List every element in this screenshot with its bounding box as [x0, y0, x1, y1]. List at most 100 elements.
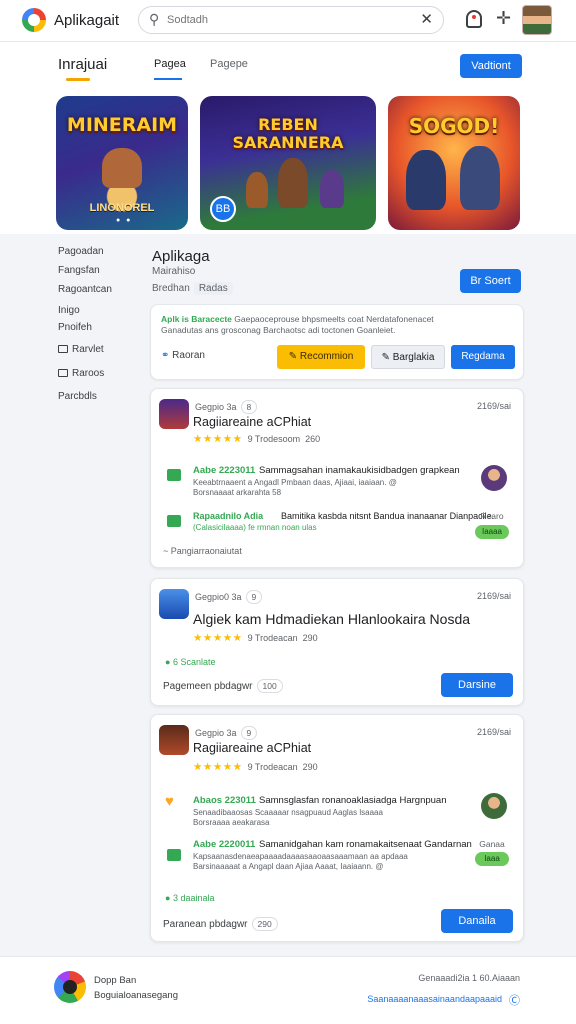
sidebar-item[interactable]: Pnoifeh: [58, 322, 92, 333]
status-pill[interactable]: Iaaa: [475, 852, 509, 866]
notice-line-2: Ganadutas ans grosconag Barchaotsc adi t…: [161, 325, 396, 335]
footer-label: Paranean pbdagwr: [163, 919, 248, 930]
green-label: ● 6 Scanlate: [165, 657, 216, 667]
recommend-button[interactable]: ✎ Recommion: [277, 345, 365, 369]
app-action-button[interactable]: Br Soert: [460, 269, 521, 293]
sidebar-item[interactable]: Inigo: [58, 305, 80, 316]
sidebar-item-raroos[interactable]: Raroos: [58, 368, 104, 379]
tab-pagepe[interactable]: Pagepe: [210, 58, 248, 70]
card-meta: Gegpio 3a 8: [195, 400, 258, 414]
status-pill[interactable]: Iaaaa: [475, 525, 509, 539]
edit-icon: ✎: [381, 352, 390, 363]
review-text: Samnsglasfan ronanoaklasiadga Hargnpuan: [259, 795, 447, 806]
secondary-label: Barglakia: [392, 352, 435, 363]
logo-icon[interactable]: [22, 8, 46, 32]
star-rating: ★★★★★ 9 Trodeacan 290: [193, 761, 318, 773]
card-action-button[interactable]: Darsine: [441, 673, 513, 697]
app-developer[interactable]: Mairahiso: [152, 266, 195, 277]
status-text: Ganaa: [479, 839, 505, 849]
search-bar[interactable]: ⚲ ✕: [138, 6, 444, 34]
close-icon[interactable]: ✕: [420, 10, 433, 28]
green-label: ● 3 daainala: [165, 893, 215, 903]
rating-text: 9 Trodesoom: [247, 434, 301, 444]
game-card-3[interactable]: SOGOD!: [388, 96, 520, 230]
game-card-2[interactable]: REBEN SARANNERA BB: [200, 96, 376, 230]
card-date: 2169/sai: [476, 727, 511, 737]
search-input[interactable]: [167, 12, 407, 28]
header-action-button[interactable]: Vadtiont: [460, 54, 522, 78]
card-count: 8: [240, 400, 258, 414]
app-icon[interactable]: [159, 399, 189, 429]
footer-count: 290: [251, 917, 278, 931]
star-rating: ★★★★★ 9 Trodeacan 290: [193, 632, 318, 644]
rating-text: 9 Trodeacan: [247, 633, 298, 643]
footer-label: Pagemeen pbdagwr: [163, 681, 253, 692]
plus-icon[interactable]: ✛: [496, 8, 511, 29]
card-meta-text: Gegpio 3a: [195, 402, 237, 412]
card-count: 9: [240, 726, 258, 740]
review-card-1: Gegpio 3a 8 2169/sai Ragiiareaine aCPhiat…: [150, 388, 524, 568]
sidebar-item[interactable]: Fangsfan: [58, 265, 100, 276]
game-art-3: [406, 150, 446, 210]
footer-logo-icon[interactable]: [54, 971, 86, 1003]
carousel-dots[interactable]: ● ●: [116, 217, 132, 224]
card-footer[interactable]: ~ Pangiarraonaiutat: [163, 546, 242, 556]
review-icon: [167, 469, 181, 481]
footer-link[interactable]: Saanaaaanaaasainaandaapaaaid: [367, 994, 502, 1004]
tab-underline: [154, 78, 182, 80]
card-title[interactable]: Ragiiareaine aCPhiat: [193, 415, 311, 429]
app-meta: Bredhan Radas: [152, 282, 233, 295]
review-tag: Aabe 2223011: [193, 465, 256, 476]
message-icon: [58, 369, 68, 378]
game-art-2c: [320, 170, 344, 208]
avatar[interactable]: [522, 5, 552, 35]
game-art-1: [102, 148, 142, 188]
card-title[interactable]: Algiek kam Hdmadiekan Hlanlookaira Nosda: [193, 611, 470, 627]
app-meta-chip[interactable]: Radas: [193, 282, 233, 295]
review-text: Samanidgahan kam ronamakaitsenaat Gandar…: [259, 839, 472, 850]
card-meta: Gegpio 3a 9: [195, 726, 258, 740]
card-count: 9: [245, 590, 263, 604]
sidebar-item[interactable]: Parcbdls: [58, 391, 97, 402]
notice-link[interactable]: ⚭ Raoran: [161, 350, 205, 361]
review-tag: Aabe 2220011: [193, 839, 256, 850]
game-art-2: [278, 158, 308, 208]
link-icon: ⚭: [161, 350, 170, 361]
game-card-1[interactable]: MINERAIM LINONOREL ● ●: [56, 96, 188, 230]
notification-icon[interactable]: [466, 10, 482, 28]
app-icon[interactable]: [159, 589, 189, 619]
game-subtitle-1: LINONOREL: [89, 202, 155, 214]
google-icon[interactable]: Ⓒ: [509, 992, 520, 1008]
review-sub-2: Borsnaaaat arkarahta 58: [193, 488, 282, 497]
page-title: Inrajuai: [58, 56, 108, 73]
hero-carousel: MINERAIM LINONOREL ● ● REBEN SARANNERA B…: [0, 96, 576, 234]
game-title-1: MINERAIM: [66, 114, 178, 136]
sidebar-item-rarvlet[interactable]: Rarvlet: [58, 344, 104, 355]
review-icon: [167, 515, 181, 527]
footer-line-2[interactable]: Boguialoanasegang: [94, 990, 178, 1001]
footer-count: 100: [256, 679, 283, 693]
app-meta-label: Bredhan: [152, 283, 190, 294]
reviewer-avatar[interactable]: [481, 465, 507, 491]
search-icon: ⚲: [149, 11, 160, 27]
tab-pagea[interactable]: Pagea: [154, 58, 186, 70]
review-tag: Abaos 223011: [193, 795, 256, 806]
primary-button[interactable]: Regdama: [451, 345, 515, 369]
secondary-button[interactable]: ✎ Barglakia: [371, 345, 445, 369]
app-icon[interactable]: [159, 725, 189, 755]
review-sub-2: (Calasicilaaaa) fe rmnan noan ulas: [193, 523, 317, 532]
sidebar-item-label: Rarvlet: [72, 344, 104, 355]
card-title[interactable]: Ragiiareaine aCPhiat: [193, 741, 311, 755]
card-action-button[interactable]: Danaila: [441, 909, 513, 933]
review-tag: Rapaadnilo Adia: [193, 511, 264, 521]
game-badge-icon: BB: [210, 196, 236, 222]
game-title-3: SOGOD!: [408, 114, 500, 138]
star-rating: ★★★★★ 9 Trodesoom 260: [193, 433, 321, 445]
reviewer-avatar[interactable]: [481, 793, 507, 819]
app-title: Aplikaga: [152, 248, 210, 265]
recommend-label: Recommion: [299, 351, 354, 362]
title-underline: [66, 78, 90, 81]
sidebar-item[interactable]: Pagoadan: [58, 246, 104, 257]
brand-name: Aplikagait: [54, 12, 120, 29]
sidebar-item[interactable]: Ragoantcan: [58, 284, 112, 295]
